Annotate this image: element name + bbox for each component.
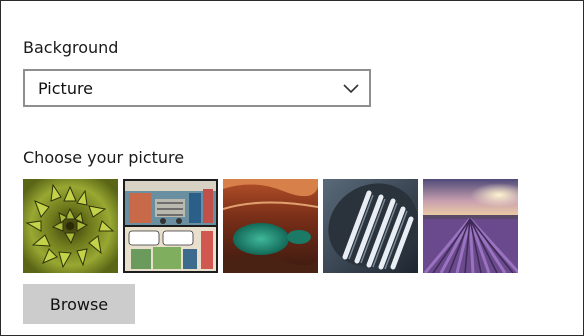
thumbnail-lavender[interactable] — [423, 179, 518, 273]
picture-thumbnails — [23, 179, 518, 273]
dropdown-selected-value: Picture — [38, 78, 94, 98]
thumbnail-canyon[interactable] — [223, 179, 318, 273]
thumbnail-microphone[interactable] — [323, 179, 418, 273]
choose-picture-heading: Choose your picture — [23, 148, 185, 167]
thumbnail-comic[interactable] — [123, 179, 218, 273]
personalization-background-panel: Background Picture Choose your picture B… — [0, 0, 584, 336]
lavender-image — [423, 179, 518, 273]
chevron-down-icon — [343, 84, 359, 94]
background-heading: Background — [23, 38, 119, 57]
browse-button[interactable]: Browse — [23, 284, 135, 324]
succulent-image — [23, 179, 118, 273]
background-type-dropdown[interactable]: Picture — [23, 69, 371, 107]
comic-image — [123, 179, 218, 273]
microphone-image — [323, 179, 418, 273]
canyon-image — [223, 179, 318, 273]
thumbnail-succulent[interactable] — [23, 179, 118, 273]
